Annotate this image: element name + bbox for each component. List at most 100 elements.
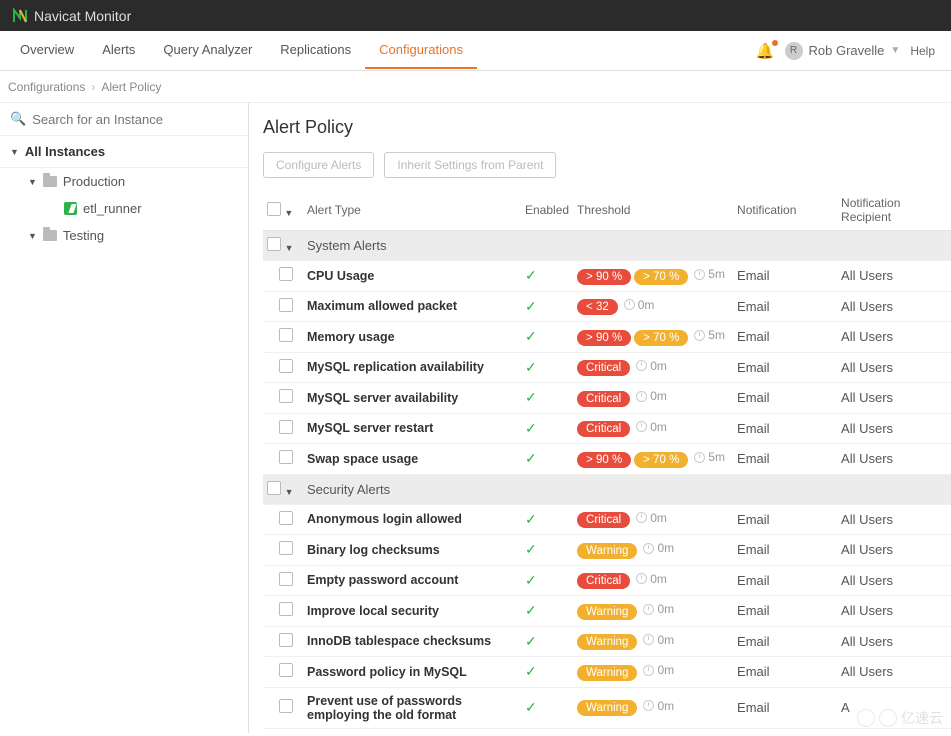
col-alert-type[interactable]: Alert Type xyxy=(303,190,521,231)
table-row[interactable]: MySQL replication availability✓Critical0… xyxy=(263,352,951,383)
recipient: All Users xyxy=(837,291,951,322)
nav-query-analyzer[interactable]: Query Analyzer xyxy=(149,32,266,69)
table-row[interactable]: InnoDB tablespace checksums✓Warning0mEma… xyxy=(263,626,951,657)
avatar: R xyxy=(785,42,803,60)
logo[interactable]: Navicat Monitor xyxy=(12,8,131,24)
clock-icon xyxy=(636,421,647,432)
all-instances-header[interactable]: ▼ All Instances xyxy=(0,136,248,168)
recipient: All Users xyxy=(837,352,951,383)
recipient: All Users xyxy=(837,535,951,566)
database-icon xyxy=(64,202,77,215)
row-checkbox[interactable] xyxy=(279,663,293,677)
notification: Email xyxy=(733,535,837,566)
notification: Email xyxy=(733,596,837,627)
table-row[interactable]: Anonymous login allowed✓Critical0mEmailA… xyxy=(263,504,951,535)
table-row[interactable]: MySQL server availability✓Critical0mEmai… xyxy=(263,383,951,414)
recipient: All Users xyxy=(837,565,951,596)
row-checkbox[interactable] xyxy=(279,389,293,403)
notification: Email xyxy=(733,687,837,728)
alert-type: CPU Usage xyxy=(303,261,521,292)
alert-type: MySQL replication availability xyxy=(303,352,521,383)
breadcrumb-root[interactable]: Configurations xyxy=(8,80,85,94)
duration: 0m xyxy=(636,420,667,434)
all-instances-label: All Instances xyxy=(25,144,105,159)
alert-table: ▼ Alert Type Enabled Threshold Notificat… xyxy=(263,190,951,729)
alert-type: MySQL server restart xyxy=(303,413,521,444)
row-checkbox[interactable] xyxy=(279,267,293,281)
bell-icon[interactable]: 🔔 xyxy=(756,42,775,60)
search-input[interactable] xyxy=(32,112,238,127)
group-row[interactable]: ▼System Alerts xyxy=(263,231,951,261)
clock-icon xyxy=(636,512,647,523)
user-menu[interactable]: R Rob Gravelle ▼ xyxy=(785,42,901,60)
threshold-pill: Warning xyxy=(577,543,637,559)
inherit-settings-button[interactable]: Inherit Settings from Parent xyxy=(384,152,556,178)
check-icon: ✓ xyxy=(525,389,537,405)
chevron-down-icon: ▼ xyxy=(890,45,900,56)
group-checkbox[interactable] xyxy=(267,481,281,495)
threshold-pill: Critical xyxy=(577,360,630,376)
table-row[interactable]: Binary log checksums✓Warning0mEmailAll U… xyxy=(263,535,951,566)
col-recipient[interactable]: Notification Recipient xyxy=(837,190,951,231)
triangle-down-icon: ▼ xyxy=(285,487,294,497)
col-threshold[interactable]: Threshold xyxy=(573,190,733,231)
help-link[interactable]: Help xyxy=(910,44,935,58)
nav-configurations[interactable]: Configurations xyxy=(365,32,477,69)
check-icon: ✓ xyxy=(525,663,537,679)
row-checkbox[interactable] xyxy=(279,572,293,586)
watermark-text: 亿速云 xyxy=(901,708,943,728)
row-checkbox[interactable] xyxy=(279,328,293,342)
configure-alerts-button[interactable]: Configure Alerts xyxy=(263,152,374,178)
col-notification[interactable]: Notification xyxy=(733,190,837,231)
group-row[interactable]: ▼Security Alerts xyxy=(263,474,951,504)
nav-replications[interactable]: Replications xyxy=(266,32,365,69)
triangle-down-icon: ▼ xyxy=(28,177,37,187)
nav-overview[interactable]: Overview xyxy=(6,32,88,69)
duration: 0m xyxy=(643,541,674,555)
check-icon: ✓ xyxy=(525,511,537,527)
table-row[interactable]: Swap space usage✓> 90 %> 70 %5mEmailAll … xyxy=(263,444,951,475)
breadcrumb: Configurations › Alert Policy xyxy=(0,71,951,103)
tree-folder-production[interactable]: ▼ Production xyxy=(0,168,248,195)
tree-db-etl_runner[interactable]: etl_runner xyxy=(0,195,248,222)
user-name: Rob Gravelle xyxy=(809,43,885,58)
row-checkbox[interactable] xyxy=(279,450,293,464)
group-name: System Alerts xyxy=(303,231,951,261)
table-row[interactable]: MySQL server restart✓Critical0mEmailAll … xyxy=(263,413,951,444)
row-checkbox[interactable] xyxy=(279,511,293,525)
check-icon: ✓ xyxy=(525,602,537,618)
row-checkbox[interactable] xyxy=(279,541,293,555)
nav-alerts[interactable]: Alerts xyxy=(88,32,149,69)
table-row[interactable]: Maximum allowed packet✓< 320mEmailAll Us… xyxy=(263,291,951,322)
dropdown-icon[interactable]: ▼ xyxy=(284,208,293,218)
group-checkbox[interactable] xyxy=(267,237,281,251)
row-checkbox[interactable] xyxy=(279,633,293,647)
recipient: All Users xyxy=(837,413,951,444)
table-row[interactable]: Improve local security✓Warning0mEmailAll… xyxy=(263,596,951,627)
table-row[interactable]: Prevent use of passwords employing the o… xyxy=(263,687,951,728)
tree-label: Production xyxy=(63,174,125,189)
row-checkbox[interactable] xyxy=(279,298,293,312)
threshold-pill: > 70 % xyxy=(634,452,688,468)
threshold-pill: Warning xyxy=(577,665,637,681)
alert-type: MySQL server availability xyxy=(303,383,521,414)
row-checkbox[interactable] xyxy=(279,420,293,434)
table-row[interactable]: CPU Usage✓> 90 %> 70 %5mEmailAll Users xyxy=(263,261,951,292)
notification: Email xyxy=(733,383,837,414)
table-row[interactable]: Empty password account✓Critical0mEmailAl… xyxy=(263,565,951,596)
tree-folder-testing[interactable]: ▼ Testing xyxy=(0,222,248,249)
select-all-checkbox[interactable] xyxy=(267,202,281,216)
row-checkbox[interactable] xyxy=(279,359,293,373)
search-box[interactable]: 🔍 xyxy=(0,103,248,136)
row-checkbox[interactable] xyxy=(279,699,293,713)
table-row[interactable]: Memory usage✓> 90 %> 70 %5mEmailAll User… xyxy=(263,322,951,353)
recipient: All Users xyxy=(837,626,951,657)
alert-type: Memory usage xyxy=(303,322,521,353)
alert-type: Empty password account xyxy=(303,565,521,596)
threshold-pill: < 32 xyxy=(577,299,618,315)
check-icon: ✓ xyxy=(525,572,537,588)
row-checkbox[interactable] xyxy=(279,602,293,616)
col-enabled[interactable]: Enabled xyxy=(521,190,573,231)
clock-icon xyxy=(636,391,647,402)
table-row[interactable]: Password policy in MySQL✓Warning0mEmailA… xyxy=(263,657,951,688)
